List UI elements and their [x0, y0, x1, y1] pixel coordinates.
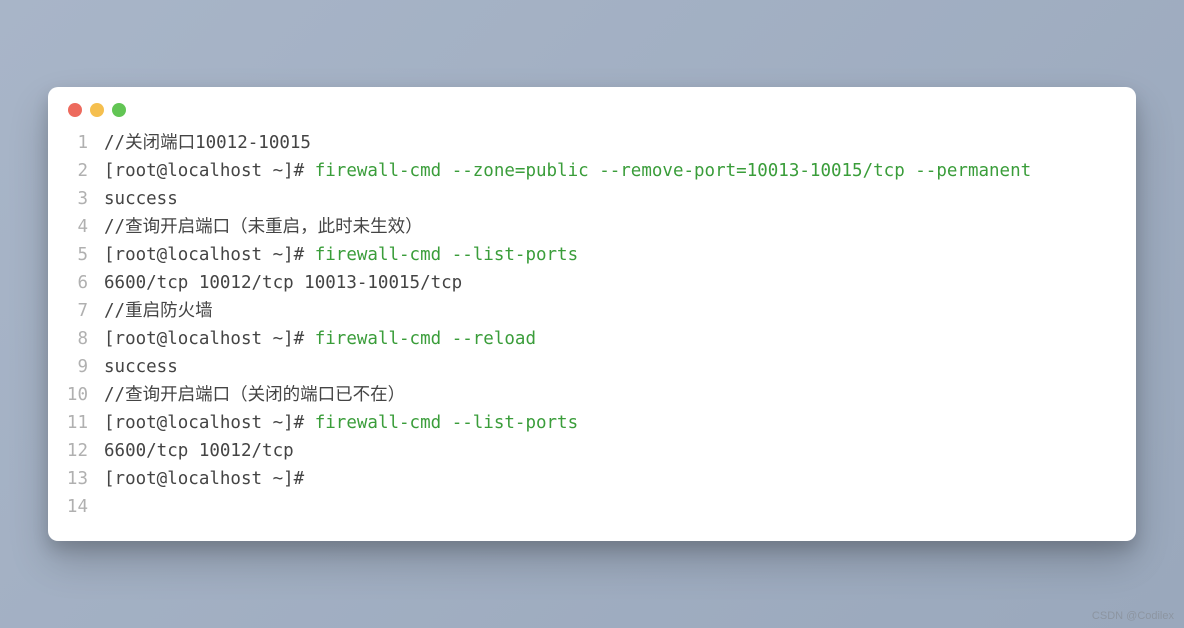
line-number: 7	[48, 297, 104, 325]
output-text: [root@localhost ~]#	[104, 329, 304, 349]
line-content: 6600/tcp 10012/tcp	[104, 437, 1136, 465]
line-number: 13	[48, 465, 104, 493]
output-text: [root@localhost ~]#	[104, 161, 304, 181]
code-line: 10//查询开启端口（关闭的端口已不在）	[48, 381, 1136, 409]
line-number: 6	[48, 269, 104, 297]
line-content	[104, 493, 1136, 521]
line-content: //关闭端口10012-10015	[104, 129, 1136, 157]
close-icon[interactable]	[68, 103, 82, 117]
line-number: 3	[48, 185, 104, 213]
line-number: 4	[48, 213, 104, 241]
code-line: 7//重启防火墙	[48, 297, 1136, 325]
code-line: 4//查询开启端口（未重启，此时未生效）	[48, 213, 1136, 241]
line-number: 8	[48, 325, 104, 353]
output-text: //查询开启端口（未重启，此时未生效）	[104, 217, 423, 237]
line-content: //查询开启端口（未重启，此时未生效）	[104, 213, 1136, 241]
line-number: 1	[48, 129, 104, 157]
line-content: //查询开启端口（关闭的端口已不在）	[104, 381, 1136, 409]
command-text: firewall-cmd --list-ports	[304, 413, 578, 433]
line-content: //重启防火墙	[104, 297, 1136, 325]
command-text: firewall-cmd --reload	[304, 329, 536, 349]
code-line: 66600/tcp 10012/tcp 10013-10015/tcp	[48, 269, 1136, 297]
command-text: firewall-cmd --list-ports	[304, 245, 578, 265]
output-text: [root@localhost ~]#	[104, 413, 304, 433]
code-area: 1//关闭端口10012-100152[root@localhost ~]# f…	[48, 125, 1136, 541]
code-line: 2[root@localhost ~]# firewall-cmd --zone…	[48, 157, 1136, 185]
code-line: 8[root@localhost ~]# firewall-cmd --relo…	[48, 325, 1136, 353]
output-text: [root@localhost ~]#	[104, 469, 304, 489]
output-text: //查询开启端口（关闭的端口已不在）	[104, 385, 405, 405]
minimize-icon[interactable]	[90, 103, 104, 117]
line-content: [root@localhost ~]# firewall-cmd --zone=…	[104, 157, 1136, 185]
code-line: 126600/tcp 10012/tcp	[48, 437, 1136, 465]
code-line: 3success	[48, 185, 1136, 213]
code-line: 9success	[48, 353, 1136, 381]
code-line: 5[root@localhost ~]# firewall-cmd --list…	[48, 241, 1136, 269]
output-text: //重启防火墙	[104, 301, 213, 321]
line-number: 12	[48, 437, 104, 465]
line-content: [root@localhost ~]#	[104, 465, 1136, 493]
code-line: 13[root@localhost ~]#	[48, 465, 1136, 493]
code-line: 14	[48, 493, 1136, 521]
output-text: 6600/tcp 10012/tcp	[104, 441, 294, 461]
output-text: [root@localhost ~]#	[104, 245, 304, 265]
output-text: 6600/tcp 10012/tcp 10013-10015/tcp	[104, 273, 462, 293]
line-content: success	[104, 353, 1136, 381]
terminal-window: 1//关闭端口10012-100152[root@localhost ~]# f…	[48, 87, 1136, 541]
line-number: 9	[48, 353, 104, 381]
line-content: success	[104, 185, 1136, 213]
line-content: [root@localhost ~]# firewall-cmd --list-…	[104, 241, 1136, 269]
line-number: 11	[48, 409, 104, 437]
line-number: 10	[48, 381, 104, 409]
watermark: CSDN @Codilex	[1092, 610, 1174, 622]
code-line: 11[root@localhost ~]# firewall-cmd --lis…	[48, 409, 1136, 437]
line-number: 2	[48, 157, 104, 185]
line-content: [root@localhost ~]# firewall-cmd --list-…	[104, 409, 1136, 437]
code-line: 1//关闭端口10012-10015	[48, 129, 1136, 157]
line-number: 5	[48, 241, 104, 269]
line-content: 6600/tcp 10012/tcp 10013-10015/tcp	[104, 269, 1136, 297]
command-text: firewall-cmd --zone=public --remove-port…	[304, 161, 1031, 181]
line-content: [root@localhost ~]# firewall-cmd --reloa…	[104, 325, 1136, 353]
output-text: //关闭端口10012-10015	[104, 133, 311, 153]
output-text: success	[104, 357, 178, 377]
output-text: success	[104, 189, 178, 209]
window-titlebar	[48, 87, 1136, 125]
maximize-icon[interactable]	[112, 103, 126, 117]
line-number: 14	[48, 493, 104, 521]
